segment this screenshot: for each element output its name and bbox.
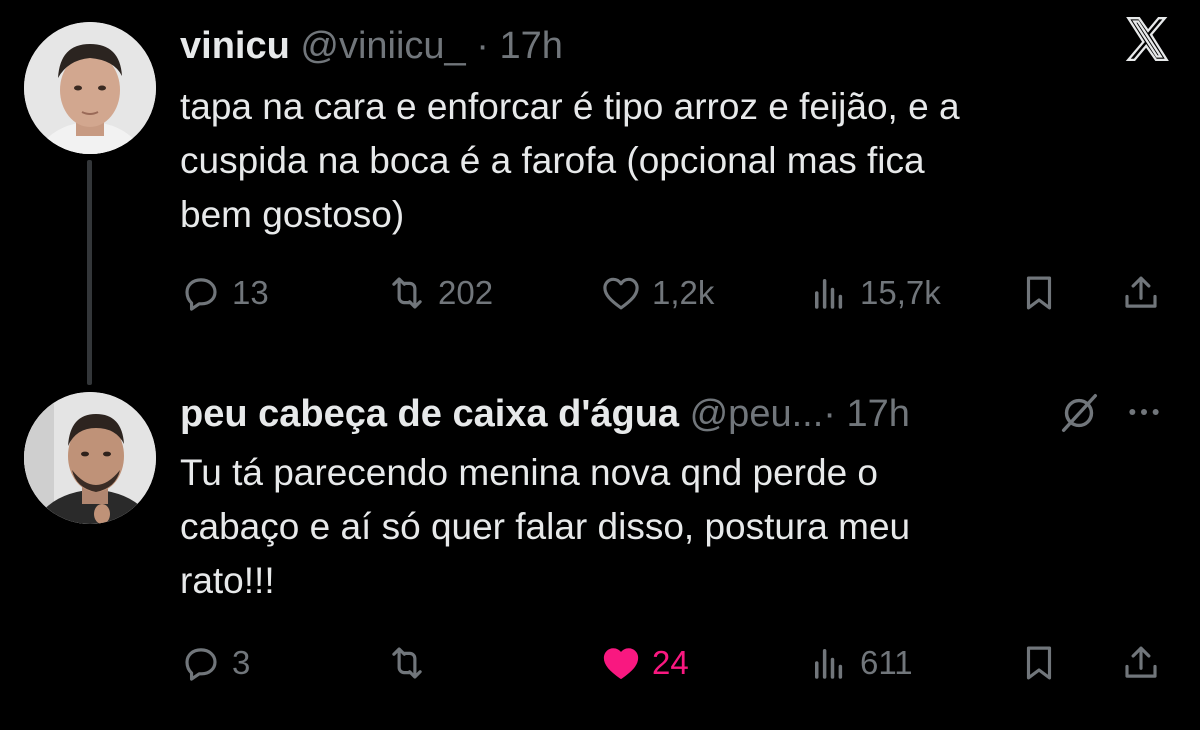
action-bar: 13 202 1,2k 15,7k: [180, 268, 1170, 318]
reply-icon: [185, 278, 217, 311]
timestamp[interactable]: 17h: [499, 25, 562, 67]
tweet-header: peu cabeça de caixa d'água @peu...· 17h: [180, 392, 910, 436]
like-button[interactable]: 1,2k: [600, 268, 714, 318]
bookmark-icon: [1026, 276, 1052, 310]
views-button[interactable]: 15,7k: [808, 268, 941, 318]
display-name[interactable]: peu cabeça de caixa d'água: [180, 393, 679, 435]
share-icon: [1125, 276, 1157, 308]
repost-icon: [392, 647, 422, 679]
views-icon: [815, 279, 843, 309]
like-count: 24: [652, 644, 689, 681]
timestamp[interactable]: 17h: [846, 393, 909, 435]
avatar[interactable]: [24, 392, 156, 524]
bookmark-button[interactable]: [1018, 638, 1060, 688]
like-icon: [603, 648, 639, 679]
reply-count: 13: [232, 274, 269, 311]
reply-button[interactable]: 13: [180, 268, 269, 318]
like-button[interactable]: 24: [600, 638, 689, 688]
tweet-1[interactable]: vinicu @viniicu_ · 17h tapa na cara e en…: [0, 0, 1200, 385]
reply-icon: [185, 648, 217, 681]
bookmark-button[interactable]: [1018, 268, 1060, 318]
thread-line: [87, 160, 92, 385]
repost-button[interactable]: [386, 638, 438, 688]
user-handle[interactable]: @viniicu_: [300, 25, 465, 67]
repost-icon: [392, 277, 422, 309]
more-icon[interactable]: [1124, 392, 1164, 432]
tweet-header: vinicu @viniicu_ · 17h: [180, 24, 563, 68]
repost-count: 202: [438, 274, 494, 311]
views-button[interactable]: 611: [808, 638, 913, 688]
share-button[interactable]: [1120, 268, 1162, 318]
user-handle[interactable]: @peu...: [690, 393, 824, 435]
reply-count: 3: [232, 644, 251, 681]
tweet-text: Tu tá parecendo menina nova qnd perde o …: [180, 452, 911, 601]
views-icon: [815, 649, 843, 679]
avatar[interactable]: [24, 22, 156, 154]
like-count: 1,2k: [652, 274, 715, 311]
share-button[interactable]: [1120, 638, 1162, 688]
views-count: 15,7k: [860, 274, 941, 311]
display-name[interactable]: vinicu: [180, 25, 290, 67]
tweet-text: tapa na cara e enforcar é tipo arroz e f…: [180, 86, 960, 235]
like-icon: [603, 277, 639, 310]
bookmark-icon: [1026, 646, 1052, 680]
action-bar: 3 24 611: [180, 638, 1170, 688]
grok-icon[interactable]: [1056, 390, 1102, 436]
tweet-2[interactable]: peu cabeça de caixa d'água @peu...· 17h …: [0, 380, 1200, 730]
separator-dot: ·: [476, 25, 489, 67]
reply-button[interactable]: 3: [180, 638, 250, 688]
repost-button[interactable]: 202: [386, 268, 493, 318]
share-icon: [1125, 646, 1157, 678]
separator-dot: ·: [823, 393, 836, 435]
views-count: 611: [860, 644, 913, 681]
